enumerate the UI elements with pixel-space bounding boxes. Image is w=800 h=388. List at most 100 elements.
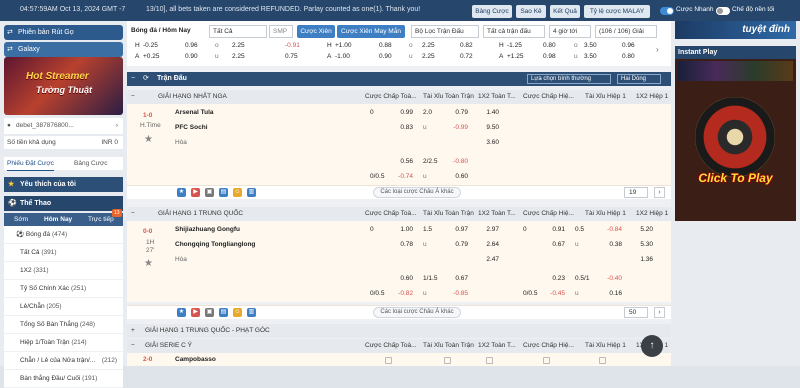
galaxy-button[interactable]: ⇄ Galaxy bbox=[4, 42, 123, 57]
smile-icon[interactable]: ☺ bbox=[233, 308, 242, 317]
results-button[interactable]: Kết Quả bbox=[550, 5, 580, 18]
odds-cell[interactable]: 0.79 bbox=[452, 108, 468, 118]
odds-cell[interactable]: -0.74 bbox=[393, 172, 413, 182]
nav-item-all[interactable]: Tất Cả (391) bbox=[4, 244, 123, 262]
chevron-right-icon[interactable]: › bbox=[654, 307, 665, 318]
odds-cell[interactable]: 0.99 bbox=[397, 108, 413, 118]
collapse-icon[interactable]: − bbox=[131, 207, 135, 221]
star-icon[interactable]: ★ bbox=[177, 188, 186, 197]
nav-item-first-last-goal[interactable]: Bàn thắng Đầu/ Cuối (191) bbox=[4, 370, 123, 388]
expand-icon[interactable]: + bbox=[131, 324, 135, 338]
odds-cell[interactable]: 5.30 bbox=[635, 240, 653, 250]
user-account[interactable]: ● debet_387876800... › bbox=[4, 118, 123, 134]
tv-icon[interactable]: ▣ bbox=[205, 308, 214, 317]
chevron-right-icon[interactable]: › bbox=[654, 187, 665, 198]
match-select[interactable]: Tất cả trận đấu bbox=[483, 25, 545, 38]
page-select[interactable]: 50 bbox=[624, 307, 648, 318]
play-icon[interactable]: ▶ bbox=[191, 308, 200, 317]
league-filter-select[interactable]: Bộ Lọc Trận Đấu bbox=[411, 25, 479, 38]
odds-cell[interactable]: 1.36 bbox=[635, 255, 653, 265]
lite-version-button[interactable]: ⇄ Phiên bản Rút Gọ bbox=[4, 25, 123, 40]
lucky-parlay-button[interactable]: Cược Xiên May Mắn bbox=[337, 25, 405, 38]
instant-play-game[interactable]: Click To Play bbox=[675, 59, 796, 221]
league-row[interactable]: − GIẢI SERIE C Ý Cược Chấp Toà... Tài Xỉ… bbox=[127, 339, 671, 353]
parlay-button[interactable]: Cược Xiên bbox=[297, 25, 335, 38]
nav-item-football[interactable]: ⚽ Bóng đá (474) bbox=[4, 226, 123, 244]
odds-cell[interactable]: 0.60 bbox=[452, 172, 468, 182]
tab-bet-list[interactable]: Bảng Cược bbox=[74, 157, 108, 170]
odds-cell[interactable]: 3.60 bbox=[483, 138, 499, 148]
carousel-next-icon[interactable]: › bbox=[656, 45, 659, 54]
odds-cell[interactable]: 0.97 bbox=[452, 225, 468, 235]
mini-odds-3b[interactable]: 3.50 0.96 3.50 0.80 bbox=[582, 40, 652, 64]
play-icon[interactable]: ▶ bbox=[191, 188, 200, 197]
nav-item-total-goals[interactable]: Tổng Số Bàn Thắng (248) bbox=[4, 316, 123, 334]
odds-cell[interactable]: 0.67 bbox=[452, 274, 468, 284]
odds-cell[interactable]: -0.84 bbox=[602, 225, 622, 235]
odds-cell[interactable]: 0.23 bbox=[549, 274, 565, 284]
nav-item-ht-ft[interactable]: Hiệp 1/Toàn Trận (214) bbox=[4, 334, 123, 352]
tab-early[interactable]: Sớm bbox=[14, 213, 28, 226]
odds-cell[interactable]: -0.45 bbox=[545, 289, 565, 299]
hot-streamer-banner[interactable]: Hot Streamer Tường Thuật bbox=[4, 57, 123, 115]
stats-icon[interactable]: ▤ bbox=[219, 188, 228, 197]
odds-cell[interactable]: 0.78 bbox=[397, 240, 413, 250]
odds-cell[interactable]: 1.40 bbox=[483, 108, 499, 118]
promo-banner[interactable]: tuyệt đỉnh bbox=[675, 21, 796, 39]
line-mode-select[interactable]: Hai Dòng bbox=[617, 74, 661, 84]
mini-odds-1[interactable]: H -0.25 0.96 o A +0.25 0.90 u bbox=[135, 40, 230, 64]
nav-item-correct-score[interactable]: Tỷ Số Chính Xác (251) bbox=[4, 280, 123, 298]
mini-odds-1b[interactable]: 2.25 -0.91 2.25 0.75 bbox=[230, 40, 305, 64]
scroll-top-button[interactable]: ↑ bbox=[641, 335, 663, 357]
odds-cell[interactable]: 0.16 bbox=[606, 289, 622, 299]
bet-list-button[interactable]: Bảng Cược bbox=[472, 5, 512, 18]
star-icon[interactable]: ★ bbox=[177, 308, 186, 317]
mini-odds-2[interactable]: H +1.00 0.88 o A -1.00 0.90 u bbox=[327, 40, 422, 64]
mini-odds-2b[interactable]: 2.25 0.82 2.25 0.72 bbox=[420, 40, 490, 64]
dark-mode-toggle[interactable] bbox=[716, 7, 730, 15]
odds-cell[interactable]: -0.80 bbox=[448, 157, 468, 167]
smp-input[interactable]: SMP bbox=[269, 25, 293, 38]
stats-icon[interactable]: ▤ bbox=[219, 308, 228, 317]
collapse-icon[interactable]: − bbox=[131, 339, 135, 353]
favorites-header[interactable]: ★ Yêu thích của tôi bbox=[4, 177, 123, 192]
tab-bet-slip[interactable]: Phiếu Đặt Cược bbox=[7, 157, 54, 171]
odds-cell[interactable]: 2.64 bbox=[483, 240, 499, 250]
mini-odds-3[interactable]: H -1.25 0.80 o A +1.25 0.98 u bbox=[499, 40, 589, 64]
odds-cell[interactable]: 0.91 bbox=[549, 225, 565, 235]
odds-cell[interactable]: -0.82 bbox=[393, 289, 413, 299]
market-select[interactable]: Tất Cả bbox=[209, 25, 267, 38]
odds-type-select[interactable]: Tỷ lệ cược MALAY bbox=[584, 5, 650, 18]
odds-cell[interactable]: 0.79 bbox=[452, 240, 468, 250]
odds-cell[interactable]: -0.99 bbox=[448, 123, 468, 133]
more-asian-bets-button[interactable]: Các loại cược Châu Á khác bbox=[373, 307, 461, 318]
nav-item-odd-even[interactable]: Lẻ/Chẵn (205) bbox=[4, 298, 123, 316]
page-select[interactable]: 19 bbox=[624, 187, 648, 198]
chart-icon[interactable]: ▥ bbox=[247, 308, 256, 317]
smile-icon[interactable]: ☺ bbox=[233, 188, 242, 197]
odds-cell[interactable]: 0.38 bbox=[606, 240, 622, 250]
tv-icon[interactable]: ▣ bbox=[205, 188, 214, 197]
odds-cell[interactable]: 0.67 bbox=[549, 240, 565, 250]
tab-live[interactable]: Trực tiếp bbox=[88, 213, 114, 226]
odds-cell[interactable]: 2.97 bbox=[483, 225, 499, 235]
fast-bet-toggle[interactable] bbox=[660, 7, 674, 15]
odds-cell[interactable]: -0.85 bbox=[448, 289, 468, 299]
game-thumbnails[interactable] bbox=[678, 61, 793, 81]
league-row[interactable]: − GIẢI HẠNG 1 TRUNG QUỐC Cược Chấp Toà..… bbox=[127, 207, 671, 221]
odds-cell[interactable]: -0.40 bbox=[602, 274, 622, 284]
nav-item-1x2[interactable]: 1X2 (331) bbox=[4, 262, 123, 280]
odds-cell[interactable]: 2.47 bbox=[483, 255, 499, 265]
odds-cell[interactable]: 1.00 bbox=[397, 225, 413, 235]
statement-button[interactable]: Sao Kê bbox=[516, 5, 546, 18]
league-count[interactable]: (106 / 106) Giải bbox=[595, 25, 657, 38]
league-row[interactable]: + GIẢI HẠNG 1 TRUNG QUỐC - PHẠT GÓC bbox=[127, 324, 671, 338]
favorite-star-icon[interactable]: ★ bbox=[144, 258, 153, 269]
odds-cell[interactable]: 0.56 bbox=[397, 157, 413, 167]
refresh-icon[interactable]: ⟳ bbox=[143, 72, 149, 86]
time-select[interactable]: 4 giờ tới bbox=[549, 25, 591, 38]
collapse-icon[interactable]: − bbox=[131, 90, 135, 104]
collapse-icon[interactable]: − bbox=[131, 72, 135, 86]
nav-item-half-odd-even[interactable]: Chẵn / Lẻ của Nửa trận/... (212) bbox=[4, 352, 123, 370]
odds-cell[interactable]: 0.83 bbox=[397, 123, 413, 133]
